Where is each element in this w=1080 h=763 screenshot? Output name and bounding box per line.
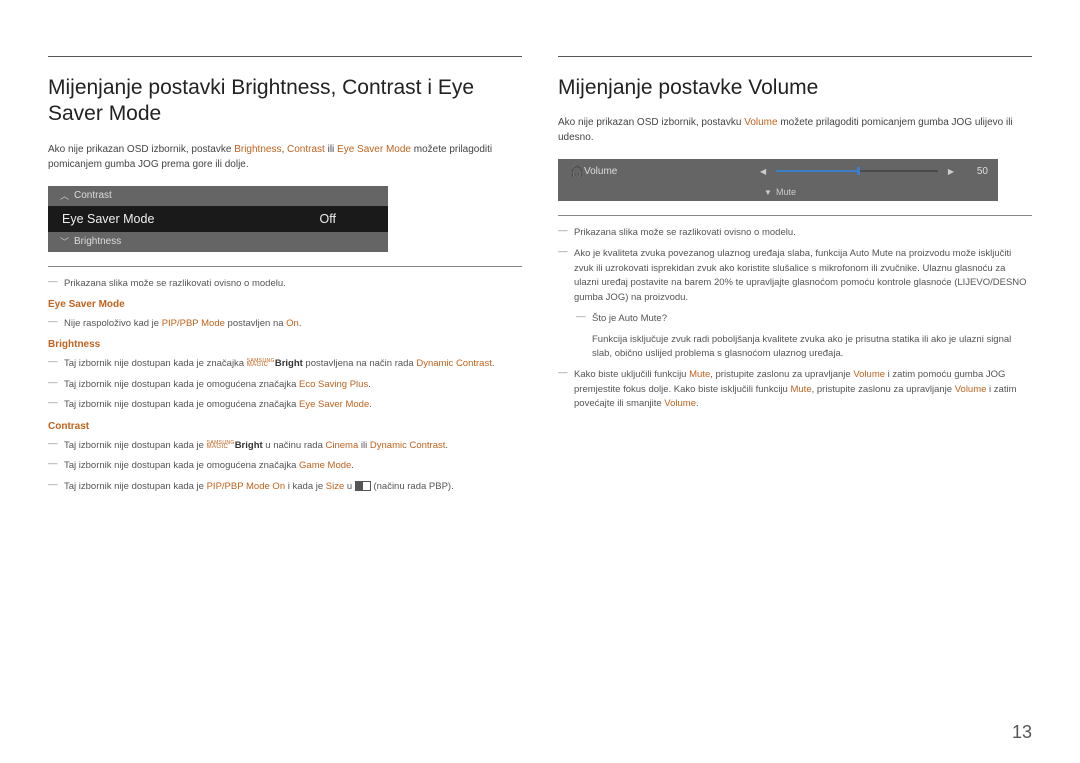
chevron-down-icon: ﹀: [60, 235, 74, 248]
notes-right: ―Prikazana slika može se razlikovati ovi…: [558, 226, 1032, 412]
osd-volume-row: 🎧 Volume ◀ ▶ 50: [558, 159, 998, 183]
intro-left: Ako nije prikazan OSD izbornik, postavke…: [48, 142, 522, 172]
samsung-magic-icon: SAMSUNGMAGIC: [207, 441, 235, 450]
notes-left: ―Prikazana slika može se razlikovati ovi…: [48, 277, 522, 495]
osd-row-contrast: ︿ Contrast: [48, 186, 388, 206]
pbp-icon: [355, 481, 371, 491]
intro-right: Ako nije prikazan OSD izbornik, postavku…: [558, 115, 1032, 145]
osd-mute-row: ▼ Mute: [558, 183, 998, 201]
subhead-eye: Eye Saver Mode: [48, 297, 522, 313]
triangle-left-icon: ◀: [754, 167, 772, 176]
triangle-down-icon: ▼: [764, 188, 776, 197]
divider: [558, 215, 1032, 216]
osd-row-brightness: ﹀ Brightness: [48, 232, 388, 252]
subhead-contrast: Contrast: [48, 419, 522, 435]
right-column: Mijenjanje postavke Volume Ako nije prik…: [558, 56, 1032, 501]
headphone-icon: 🎧: [570, 165, 584, 178]
osd-brightness-panel: ︿ Contrast Eye Saver Mode Off ﹀ Brightne…: [48, 186, 388, 252]
osd-row-eye-saver: Eye Saver Mode Off: [48, 206, 388, 232]
chevron-up-icon: ︿: [60, 189, 74, 202]
page-number: 13: [1012, 722, 1032, 743]
triangle-right-icon: ▶: [942, 167, 960, 176]
subhead-brightness: Brightness: [48, 337, 522, 353]
heading-right: Mijenjanje postavke Volume: [558, 75, 1032, 101]
manual-page: Mijenjanje postavki Brightness, Contrast…: [0, 0, 1080, 501]
heading-left: Mijenjanje postavki Brightness, Contrast…: [48, 75, 522, 128]
volume-slider: [776, 170, 938, 172]
samsung-magic-icon: SAMSUNGMAGIC: [247, 359, 275, 368]
osd-volume-panel: 🎧 Volume ◀ ▶ 50 ▼ Mute: [558, 159, 998, 201]
left-column: Mijenjanje postavki Brightness, Contrast…: [48, 56, 522, 501]
divider: [48, 266, 522, 267]
